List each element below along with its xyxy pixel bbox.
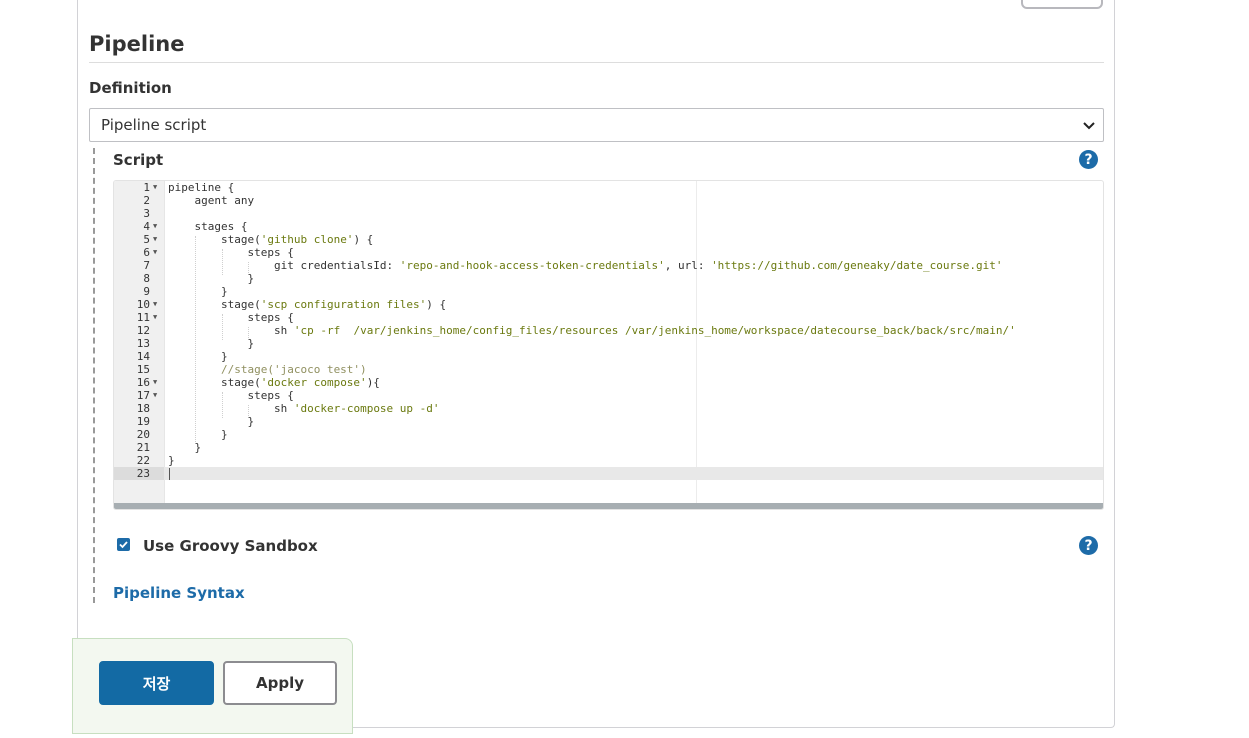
text-cursor [169,468,170,480]
fold-toggle-icon[interactable]: ▼ [153,389,157,402]
line-number: 13 [136,337,150,350]
definition-select-value: Pipeline script [101,116,207,134]
code-line[interactable]: 11 ▼ steps { [114,311,1103,324]
code-text: } [168,285,228,298]
check-icon [119,541,128,549]
line-number: 5 [143,233,150,246]
fold-toggle-icon[interactable]: ▼ [153,311,157,324]
code-text: git credentialsId: 'repo-and-hook-access… [168,259,1003,272]
line-number: 15 [136,363,150,376]
groovy-sandbox-checkbox[interactable] [117,538,130,551]
line-number: 22 [136,454,150,467]
line-number: 10 [136,298,150,311]
script-editor[interactable]: 1 ▼ pipeline {2 agent any 3 4 ▼ stages {5 ▼ st… [113,180,1104,510]
code-text: sh 'cp -rf /var/jenkins_home/config_file… [168,324,1016,337]
fold-toggle-icon[interactable]: ▼ [153,181,157,194]
definition-select[interactable]: Pipeline script [89,108,1104,142]
code-text: stages { [168,220,248,233]
code-line[interactable]: 19 } [114,415,1103,428]
fold-toggle-icon[interactable]: ▼ [153,298,157,311]
line-number: 12 [136,324,150,337]
script-label: Script [113,151,164,169]
code-text: steps { [168,389,294,402]
chevron-down-icon [1083,122,1095,130]
fold-toggle-icon[interactable]: ▼ [153,246,157,259]
groovy-sandbox-label[interactable]: Use Groovy Sandbox [143,537,318,555]
line-number: 21 [136,441,150,454]
pipeline-syntax-link[interactable]: Pipeline Syntax [113,584,245,602]
code-line[interactable]: 21 } [114,441,1103,454]
line-number: 3 [143,207,150,220]
code-line[interactable]: 3 [114,207,1103,220]
code-text: pipeline { [168,181,235,194]
code-text: } [168,441,202,454]
line-number: 1 [143,181,150,194]
help-icon[interactable]: ? [1079,536,1098,555]
line-number: 9 [143,285,150,298]
line-number: 2 [143,194,150,207]
code-text: stage('docker compose'){ [168,376,380,389]
code-text: } [168,454,175,467]
code-line[interactable]: 2 agent any [114,194,1103,207]
help-icon[interactable]: ? [1079,150,1098,169]
code-line[interactable]: 18 sh 'docker-compose up -d' [114,402,1103,415]
code-text: steps { [168,311,294,324]
code-line[interactable]: 1 ▼ pipeline { [114,181,1103,194]
horizontal-scrollbar[interactable] [114,503,1103,509]
code-line[interactable]: 20 } [114,428,1103,441]
code-text: stage('github clone') { [168,233,374,246]
code-line[interactable]: 13 } [114,337,1103,350]
code-text: sh 'docker-compose up -d' [168,402,440,415]
code-text: stage('scp configuration files') { [168,298,447,311]
definition-label: Definition [89,79,172,97]
code-line[interactable]: 4 ▼ stages { [114,220,1103,233]
code-line[interactable]: 15 //stage('jacoco test') [114,363,1103,376]
code-text: } [168,337,255,350]
code-text: agent any [168,194,255,207]
fold-toggle-icon[interactable]: ▼ [153,220,157,233]
line-number: 18 [136,402,150,415]
code-line[interactable]: 22} [114,454,1103,467]
line-number: 11 [136,311,150,324]
code-line[interactable]: 7 git credentialsId: 'repo-and-hook-acce… [114,259,1103,272]
line-number: 19 [136,415,150,428]
save-button[interactable]: 저장 [99,661,214,705]
code-text: } [168,415,255,428]
section-title: Pipeline [89,32,185,56]
code-line[interactable]: 17 ▼ steps { [114,389,1103,402]
code-line[interactable]: 5 ▼ stage('github clone') { [114,233,1103,246]
code-text: } [168,272,255,285]
code-line[interactable]: 8 } [114,272,1103,285]
line-number: 17 [136,389,150,402]
code-line[interactable]: 14 } [114,350,1103,363]
code-text: } [168,428,228,441]
code-text: } [168,350,228,363]
code-line[interactable]: 23 [114,467,1103,480]
partial-button[interactable] [1021,0,1103,9]
code-line[interactable]: 9 } [114,285,1103,298]
nested-section-guide [93,148,95,603]
code-line[interactable]: 16 ▼ stage('docker compose'){ [114,376,1103,389]
line-number: 14 [136,350,150,363]
line-number: 7 [143,259,150,272]
fold-toggle-icon[interactable]: ▼ [153,376,157,389]
line-number: 4 [143,220,150,233]
code-text: //stage('jacoco test') [168,363,367,376]
line-number: 8 [143,272,150,285]
code-line[interactable]: 6 ▼ steps { [114,246,1103,259]
code-line[interactable]: 12 sh 'cp -rf /var/jenkins_home/config_f… [114,324,1103,337]
line-number: 6 [143,246,150,259]
line-number: 23 [136,467,150,480]
line-number: 16 [136,376,150,389]
fold-toggle-icon[interactable]: ▼ [153,233,157,246]
apply-button[interactable]: Apply [223,661,337,705]
section-divider [89,62,1104,63]
code-line[interactable]: 10 ▼ stage('scp configuration files') { [114,298,1103,311]
code-text: steps { [168,246,294,259]
line-number: 20 [136,428,150,441]
